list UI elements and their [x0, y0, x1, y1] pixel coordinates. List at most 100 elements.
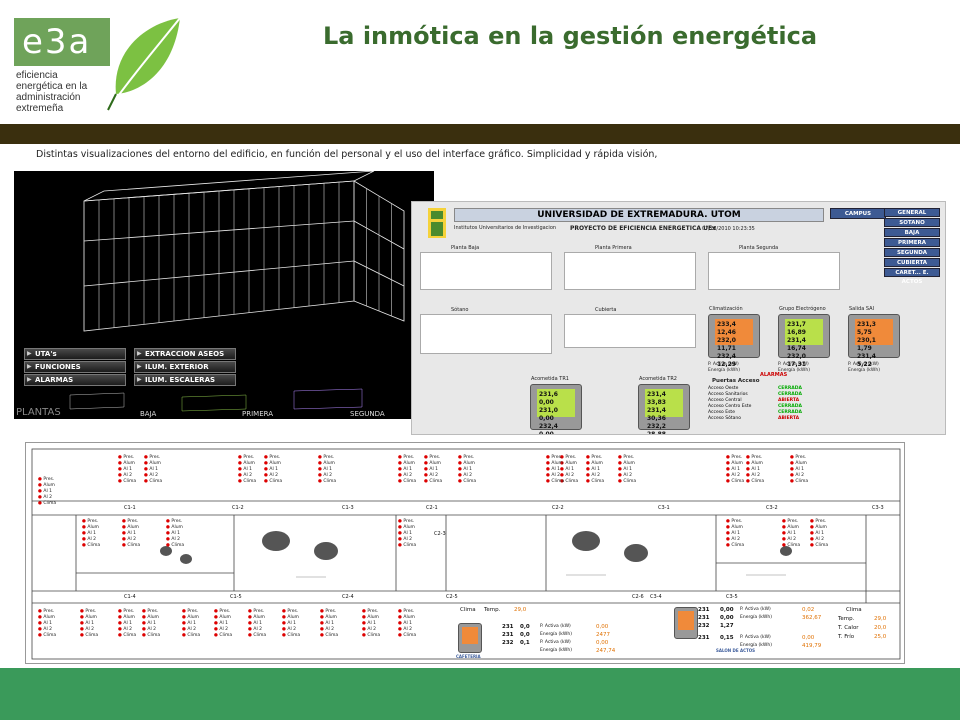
- room-status[interactable]: ● Pres. ● Alum ● Al 1 ● Al 2 ● Clima: [142, 609, 160, 639]
- menu-utas[interactable]: UTA's: [24, 348, 126, 360]
- nav-button[interactable]: SOTANO: [884, 218, 940, 227]
- meter-salida-sai[interactable]: Salida SAI 231,3 5,75 230,1 1,79 231,4 5…: [848, 306, 900, 368]
- room-status-text: Clima: [731, 543, 745, 548]
- alarms-label[interactable]: ALARMAS: [760, 372, 787, 378]
- nav-button[interactable]: CARET... E. ACTOS: [884, 268, 940, 285]
- floor-segunda[interactable]: SEGUNDA: [350, 410, 385, 418]
- meter-grupo-electrogeno[interactable]: Grupo Electrógeno 231,7 16,89 231,4 16,7…: [778, 306, 830, 368]
- room-status[interactable]: ● Pres. ● Alum ● Al 1 ● Al 2 ● Clima: [82, 519, 100, 549]
- meter-acometida-tr1[interactable]: Acometida TR1 231,6 0,00 231,0 0,00 232,…: [530, 376, 582, 434]
- meter-acometida-tr2[interactable]: Acometida TR2 231,4 33,83 231,4 30,36 23…: [638, 376, 690, 434]
- corridor-label: C3-1: [658, 505, 670, 511]
- room-status[interactable]: ● Pres. ● Alum ● Al 1 ● Al 2 ● Clima: [398, 609, 416, 639]
- room-status-text: Al 2: [591, 473, 600, 478]
- room-status[interactable]: ● Pres. ● Alum ● Al 1 ● Al 2 ● Clima: [618, 455, 636, 485]
- room-status-text: Pres.: [403, 455, 415, 460]
- nav-button[interactable]: GENERAL: [884, 208, 940, 217]
- room-status[interactable]: ● Pres. ● Alum ● Al 1 ● Al 2 ● Clima: [38, 609, 56, 639]
- room-status-line: ● Clima: [82, 543, 100, 549]
- room-status[interactable]: ● Pres. ● Alum ● Al 1 ● Al 2 ● Clima: [726, 519, 744, 549]
- room-status-text: Al 2: [187, 627, 196, 632]
- menu-extraccion-aseos[interactable]: EXTRACCION ASEOS: [134, 348, 236, 360]
- plan-baja[interactable]: Planta Baja: [420, 245, 552, 290]
- room-status-text: Pres.: [269, 455, 281, 460]
- room-status-text: Al 2: [43, 495, 52, 500]
- room-status[interactable]: ● Pres. ● Alum ● Al 1 ● Al 2 ● Clima: [264, 455, 282, 485]
- room-status-text: Al 1: [815, 531, 824, 536]
- room-status-text: Alum: [85, 615, 97, 620]
- room-status[interactable]: ● Pres. ● Alum ● Al 1 ● Al 2 ● Clima: [182, 609, 200, 639]
- room-status-text: Pres.: [287, 609, 299, 614]
- room-status-text: Alum: [429, 461, 441, 466]
- plan-sotano[interactable]: Sótano: [420, 307, 552, 354]
- room-status-text: Al 2: [127, 537, 136, 542]
- room-status[interactable]: ● Pres. ● Alum ● Al 1 ● Al 2 ● Clima: [80, 609, 98, 639]
- room-status[interactable]: ● Pres. ● Alum ● Al 1 ● Al 2 ● Clima: [398, 519, 416, 549]
- room-status[interactable]: ● Pres. ● Alum ● Al 1 ● Al 2 ● Clima: [214, 609, 232, 639]
- room-status[interactable]: ● Pres. ● Alum ● Al 1 ● Al 2 ● Clima: [810, 519, 828, 549]
- room-status[interactable]: ● Pres. ● Alum ● Al 1 ● Al 2 ● Clima: [586, 455, 604, 485]
- footer-band: [0, 668, 960, 720]
- room-status[interactable]: ● Pres. ● Alum ● Al 1 ● Al 2 ● Clima: [782, 519, 800, 549]
- room-status[interactable]: ● Pres. ● Alum ● Al 1 ● Al 2 ● Clima: [118, 455, 136, 485]
- room-status[interactable]: ● Pres. ● Alum ● Al 1 ● Al 2 ● Clima: [318, 455, 336, 485]
- room-status-text: Pres.: [565, 455, 577, 460]
- nav-button[interactable]: BAJA: [884, 228, 940, 237]
- nav-button[interactable]: SEGUNDA: [884, 248, 940, 257]
- plan-primera[interactable]: Planta Primera: [564, 245, 696, 290]
- floor-baja[interactable]: BAJA: [140, 410, 156, 418]
- room-status-text: Pres.: [127, 519, 139, 524]
- room-status-text: Al 1: [287, 621, 296, 626]
- room-status-text: Clima: [123, 633, 137, 638]
- readout-voltage: 231: [502, 624, 514, 630]
- room-status[interactable]: ● Pres. ● Alum ● Al 1 ● Al 2 ● Clima: [458, 455, 476, 485]
- corridor-label: C2-5: [446, 594, 458, 600]
- plan-segunda[interactable]: Planta Segunda: [708, 245, 840, 290]
- clima-label: Clima: [460, 607, 476, 613]
- energy-label: Energía (kWh): [848, 368, 880, 373]
- room-status[interactable]: ● Pres. ● Alum ● Al 1 ● Al 2 ● Clima: [248, 609, 266, 639]
- room-status[interactable]: ● Pres. ● Alum ● Al 1 ● Al 2 ● Clima: [282, 609, 300, 639]
- campus-button[interactable]: CAMPUS: [830, 208, 886, 219]
- room-status-line: ● Clima: [398, 543, 416, 549]
- room-status-text: Al 2: [551, 473, 560, 478]
- room-status-text: Al 1: [565, 467, 574, 472]
- room-status[interactable]: ● Pres. ● Alum ● Al 1 ● Al 2 ● Clima: [38, 477, 56, 507]
- plan-meter-b[interactable]: [674, 607, 698, 639]
- room-status-text: Pres.: [463, 455, 475, 460]
- room-status-text: Pres.: [123, 609, 135, 614]
- room-status-text: Clima: [429, 479, 443, 484]
- room-status[interactable]: ● Pres. ● Alum ● Al 1 ● Al 2 ● Clima: [398, 455, 416, 485]
- readout-current: 0,00: [720, 615, 734, 621]
- room-status[interactable]: ● Pres. ● Alum ● Al 1 ● Al 2 ● Clima: [238, 455, 256, 485]
- plan-meter-a[interactable]: [458, 623, 482, 653]
- room-status-text: Pres.: [87, 519, 99, 524]
- room-status[interactable]: ● Pres. ● Alum ● Al 1 ● Al 2 ● Clima: [122, 519, 140, 549]
- room-status[interactable]: ● Pres. ● Alum ● Al 1 ● Al 2 ● Clima: [362, 609, 380, 639]
- room-status[interactable]: ● Pres. ● Alum ● Al 1 ● Al 2 ● Clima: [546, 455, 564, 485]
- room-status[interactable]: ● Pres. ● Alum ● Al 1 ● Al 2 ● Clima: [790, 455, 808, 485]
- room-status-line: ● Clima: [726, 543, 744, 549]
- room-status[interactable]: ● Pres. ● Alum ● Al 1 ● Al 2 ● Clima: [166, 519, 184, 549]
- room-status[interactable]: ● Pres. ● Alum ● Al 1 ● Al 2 ● Clima: [320, 609, 338, 639]
- room-status-text: Clima: [43, 633, 57, 638]
- room-status[interactable]: ● Pres. ● Alum ● Al 1 ● Al 2 ● Clima: [746, 455, 764, 485]
- menu-funciones-centrales[interactable]: FUNCIONES CENTRALES: [24, 361, 126, 381]
- meter-climatizacion[interactable]: Climatización 233,4 12,46 232,0 11,71 23…: [708, 306, 760, 368]
- room-status[interactable]: ● Pres. ● Alum ● Al 1 ● Al 2 ● Clima: [726, 455, 744, 485]
- nav-button[interactable]: PRIMERA: [884, 238, 940, 247]
- room-status-text: Alum: [551, 461, 563, 466]
- room-status[interactable]: ● Pres. ● Alum ● Al 1 ● Al 2 ● Clima: [424, 455, 442, 485]
- room-status-line: ● Clima: [144, 479, 162, 485]
- plan-cubierta[interactable]: Cubierta: [564, 307, 696, 348]
- menu-ilum-exterior[interactable]: ILUM. EXTERIOR: [134, 361, 236, 373]
- scada-screen: UNIVERSIDAD DE EXTREMADURA. UTOM CAMPUS …: [411, 201, 946, 435]
- room-status-text: Al 2: [123, 627, 132, 632]
- room-status[interactable]: ● Pres. ● Alum ● Al 1 ● Al 2 ● Clima: [118, 609, 136, 639]
- room-status-line: ● Clima: [782, 543, 800, 549]
- floor-primera[interactable]: PRIMERA: [242, 410, 273, 418]
- meter-label: Acometida TR2: [639, 376, 677, 382]
- readout-row: 231 0,0 Energía (kWh) 2477: [502, 631, 622, 639]
- room-status[interactable]: ● Pres. ● Alum ● Al 1 ● Al 2 ● Clima: [144, 455, 162, 485]
- nav-button[interactable]: CUBIERTA: [884, 258, 940, 267]
